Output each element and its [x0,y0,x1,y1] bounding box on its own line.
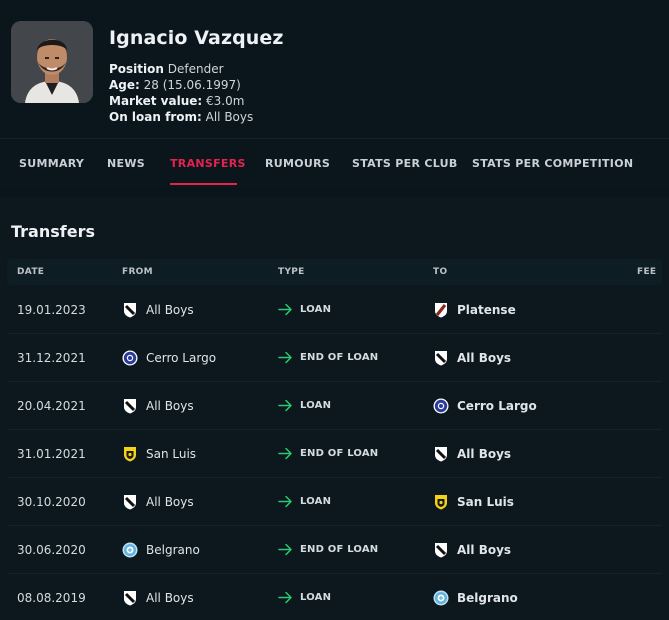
from-club-link[interactable]: Cerro Largo [146,351,216,365]
all-boys-crest-icon [122,494,138,510]
arrow-right-icon [277,397,294,414]
san-luis-crest-icon [433,494,449,510]
player-header: Ignacio Vazquez Position Defender Age: 2… [0,0,669,138]
transfer-type: LOAN [300,304,332,315]
transfer-type: END OF LOAN [300,544,379,555]
all-boys-crest-icon [122,302,138,318]
column-date: DATE [17,267,45,277]
transfers-title: Transfers [11,222,95,241]
to-club-link[interactable]: All Boys [457,447,511,461]
transfer-row[interactable]: 30.10.2020 All Boys LOAN San Luis [0,478,669,526]
from-club-link[interactable]: All Boys [146,303,194,317]
position-label: Position [109,62,164,76]
loan-label: On loan from: [109,110,202,124]
to-club-link[interactable]: All Boys [457,351,511,365]
market-value: €3.0m [206,94,245,108]
all-boys-crest-icon [122,398,138,414]
all-boys-crest-icon [433,542,449,558]
all-boys-crest-icon [433,446,449,462]
transfer-date: 20.04.2021 [17,399,86,413]
belgrano-crest-icon [433,590,449,606]
active-tab-indicator [170,183,237,185]
transfer-row[interactable]: 08.08.2019 All Boys LOAN Belgrano [0,574,669,620]
all-boys-crest-icon [122,590,138,606]
age-value: 28 (15.06.1997) [143,78,241,92]
from-club-link[interactable]: All Boys [146,495,194,509]
belgrano-crest-icon [122,542,138,558]
from-club-link[interactable]: San Luis [146,447,196,461]
to-club-link[interactable]: Belgrano [457,591,518,605]
to-club-link[interactable]: Platense [457,303,516,317]
san-luis-crest-icon [122,446,138,462]
transfer-type: LOAN [300,496,332,507]
tab-rumours[interactable]: RUMOURS [265,157,330,170]
column-from: FROM [122,267,153,277]
from-club-link[interactable]: All Boys [146,399,194,413]
profile-tabs: SUMMARY NEWS TRANSFERS RUMOURS STATS PER… [0,138,669,188]
arrow-right-icon [277,493,294,510]
transfer-date: 31.01.2021 [17,447,86,461]
platense-crest-icon [433,302,449,318]
to-club-link[interactable]: All Boys [457,543,511,557]
column-to: TO [433,267,448,277]
transfer-type: END OF LOAN [300,352,379,363]
transfer-type: LOAN [300,592,332,603]
to-club-link[interactable]: Cerro Largo [457,399,537,413]
column-type: TYPE [278,267,305,277]
from-club-link[interactable]: Belgrano [146,543,200,557]
tab-stats-per-club[interactable]: STATS PER CLUB [352,157,458,170]
loan-info: On loan from: All Boys [109,110,253,124]
transfer-type: END OF LOAN [300,448,379,459]
player-name: Ignacio Vazquez [109,27,284,49]
cerro-largo-crest-icon [122,350,138,366]
market-value-label: Market value: [109,94,203,108]
tab-transfers[interactable]: TRANSFERS [170,157,246,170]
age-label: Age: [109,78,140,92]
arrow-right-icon [277,589,294,606]
arrow-right-icon [277,541,294,558]
transfer-date: 30.10.2020 [17,495,86,509]
transfer-row[interactable]: 20.04.2021 All Boys LOAN Cerro Largo [0,382,669,430]
to-club-link[interactable]: San Luis [457,495,514,509]
position-value: Defender [167,62,224,76]
from-club-link[interactable]: All Boys [146,591,194,605]
transfer-date: 30.06.2020 [17,543,86,557]
arrow-right-icon [277,445,294,462]
cerro-largo-crest-icon [433,398,449,414]
transfers-table-header: DATE FROM TYPE TO FEE [7,259,662,285]
age-info: Age: 28 (15.06.1997) [109,78,241,92]
transfer-row[interactable]: 30.06.2020 Belgrano END OF LOAN All Boys [0,526,669,574]
tab-summary[interactable]: SUMMARY [19,157,84,170]
arrow-right-icon [277,349,294,366]
transfer-row[interactable]: 31.01.2021 San Luis END OF LOAN All Boys [0,430,669,478]
all-boys-crest-icon [433,350,449,366]
transfer-type: LOAN [300,400,332,411]
market-value-info: Market value: €3.0m [109,94,244,108]
column-fee: FEE [637,267,657,277]
arrow-right-icon [277,301,294,318]
player-photo [11,21,93,103]
transfer-date: 19.01.2023 [17,303,86,317]
transfer-date: 31.12.2021 [17,351,86,365]
tab-stats-per-competition[interactable]: STATS PER COMPETITION [472,157,633,170]
position-info: Position Defender [109,62,224,76]
tab-news[interactable]: NEWS [107,157,145,170]
transfer-row[interactable]: 31.12.2021 Cerro Largo END OF LOAN All Boys [0,334,669,382]
loan-from-value: All Boys [205,110,254,124]
transfer-date: 08.08.2019 [17,591,86,605]
transfer-row[interactable]: 19.01.2023 All Boys LOAN Platense [0,286,669,334]
